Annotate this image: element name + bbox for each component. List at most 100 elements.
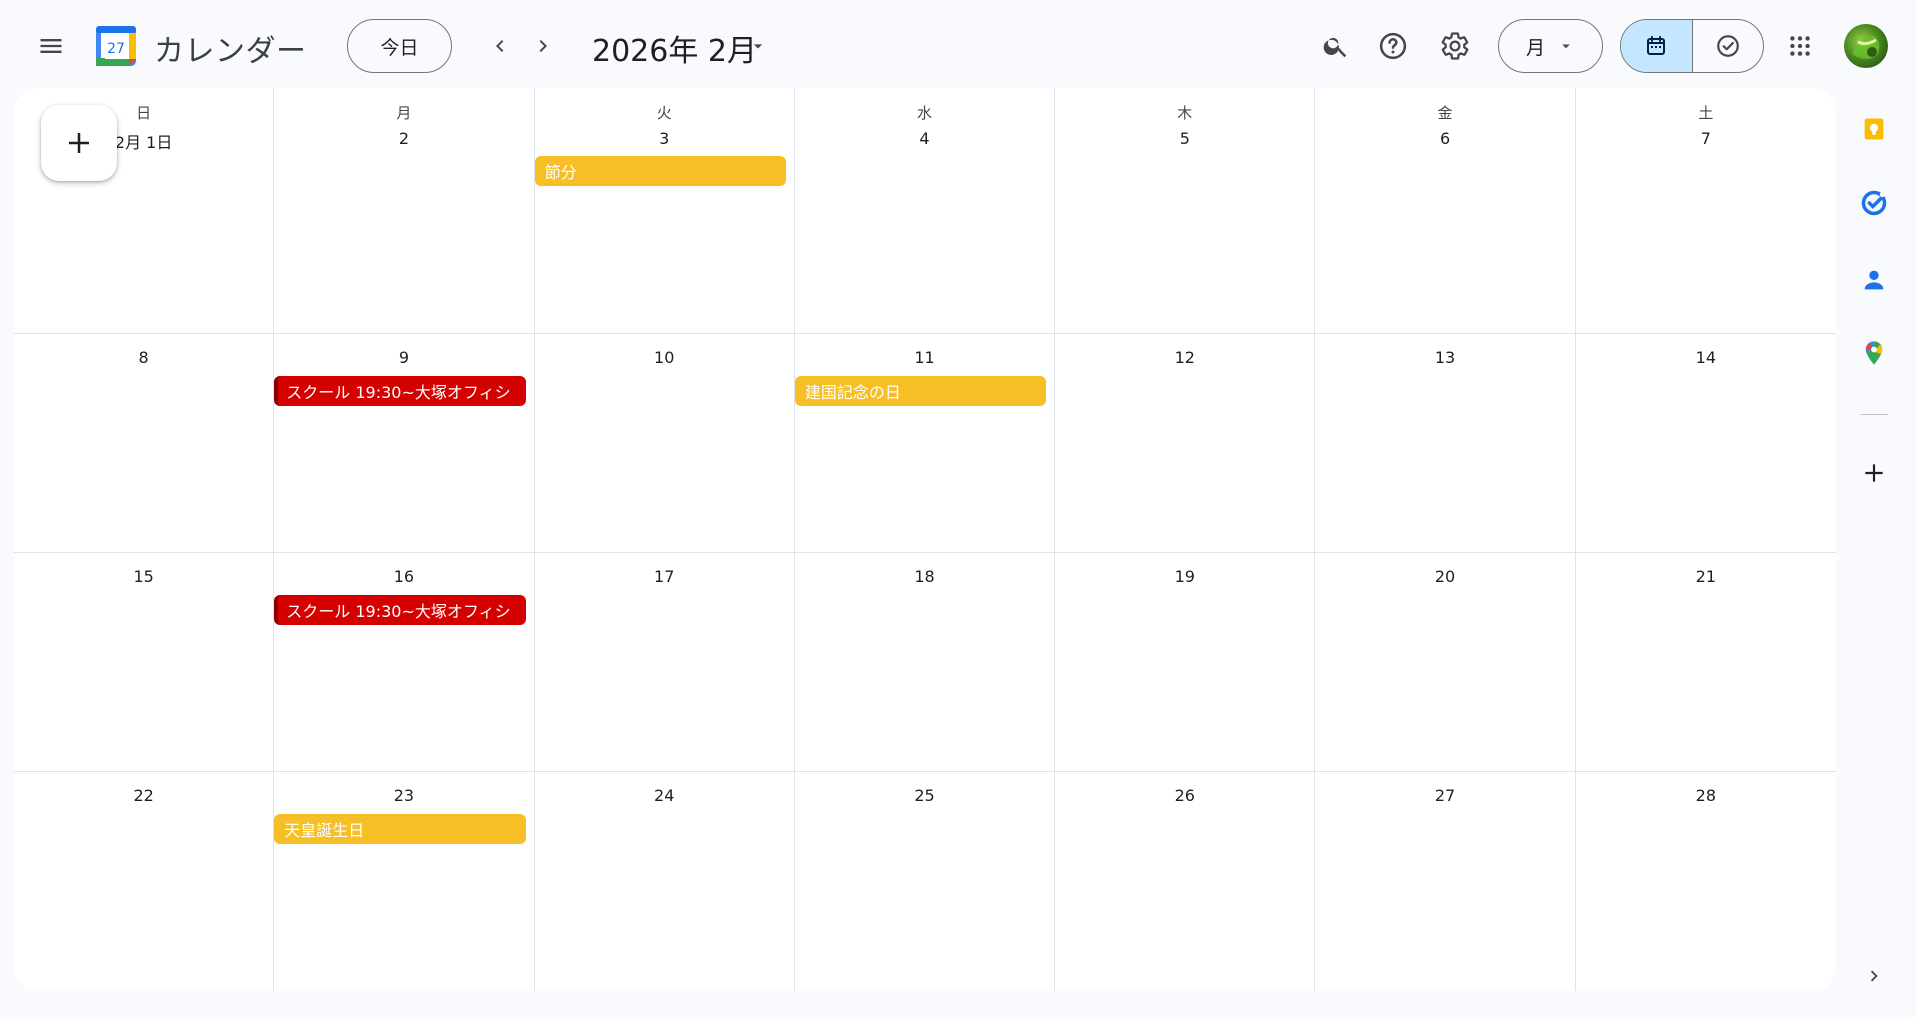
day-number[interactable]: 14 bbox=[1576, 348, 1836, 367]
event-chip[interactable]: 天皇誕生日 bbox=[274, 814, 526, 844]
settings-button[interactable] bbox=[1431, 22, 1479, 70]
day-number[interactable]: 9 bbox=[274, 348, 533, 367]
day-number[interactable]: 26 bbox=[1055, 786, 1314, 805]
weekday-header: 水 bbox=[916, 104, 932, 122]
day-number[interactable]: 22 bbox=[14, 786, 273, 805]
day-cell[interactable]: 23 天皇誕生日 bbox=[274, 772, 535, 991]
maps-icon bbox=[1865, 341, 1883, 365]
day-number[interactable]: 8 bbox=[14, 348, 273, 367]
check-circle-icon bbox=[1716, 35, 1739, 57]
day-cell[interactable]: 26 bbox=[1055, 772, 1316, 991]
day-cell[interactable]: 28 bbox=[1576, 772, 1836, 991]
day-number[interactable]: 5 bbox=[1055, 129, 1314, 148]
event-chip[interactable]: 節分 bbox=[534, 156, 786, 186]
calendar-logo-icon: 27 bbox=[96, 26, 136, 66]
day-cell[interactable]: 月2 bbox=[274, 88, 535, 334]
get-addons-button[interactable] bbox=[1854, 453, 1894, 493]
day-cell[interactable]: 18 bbox=[794, 553, 1056, 772]
day-number[interactable]: 17 bbox=[535, 567, 794, 586]
keep-button[interactable] bbox=[1854, 109, 1894, 149]
search-button[interactable] bbox=[1312, 22, 1360, 70]
day-number[interactable]: 6 bbox=[1315, 129, 1574, 148]
day-cell[interactable]: 13 bbox=[1315, 334, 1576, 553]
today-button[interactable]: 今日 bbox=[347, 19, 452, 73]
current-month-title[interactable]: 2026年 2月 bbox=[592, 26, 757, 70]
tasks-icon bbox=[1861, 190, 1887, 216]
day-number[interactable]: 24 bbox=[535, 786, 794, 805]
day-number[interactable]: 28 bbox=[1576, 786, 1836, 805]
weekday-header: 金 bbox=[1437, 104, 1453, 122]
calendar-logo[interactable]: 27 bbox=[94, 24, 138, 68]
day-number[interactable]: 21 bbox=[1576, 567, 1836, 586]
day-number[interactable]: 20 bbox=[1315, 567, 1574, 586]
avatar-image-icon bbox=[1852, 35, 1880, 59]
create-event-button[interactable] bbox=[41, 105, 117, 181]
view-selector-dropdown[interactable]: 月 bbox=[1498, 19, 1603, 73]
day-cell[interactable]: 金6 bbox=[1315, 88, 1576, 334]
event-list: 天皇誕生日 bbox=[274, 814, 526, 844]
tasks-view-toggle[interactable] bbox=[1693, 20, 1764, 72]
day-number[interactable]: 12 bbox=[1055, 348, 1314, 367]
day-cell[interactable]: 土7 bbox=[1575, 88, 1836, 334]
view-selector-label: 月 bbox=[1525, 36, 1545, 59]
day-cell[interactable]: 24 bbox=[535, 772, 795, 991]
next-month-button[interactable] bbox=[519, 22, 567, 70]
day-number[interactable]: 13 bbox=[1315, 348, 1574, 367]
apps-grid-icon bbox=[1790, 36, 1810, 56]
event-chip[interactable]: スクール 19:30~大塚オフィシ bbox=[274, 376, 526, 406]
day-cell[interactable]: 14 bbox=[1575, 334, 1836, 553]
maps-button[interactable] bbox=[1854, 333, 1894, 373]
day-cell[interactable]: 27 bbox=[1315, 772, 1576, 991]
calendar-view-toggle[interactable] bbox=[1621, 20, 1693, 72]
day-cell[interactable]: 25 bbox=[795, 772, 1056, 991]
day-cell[interactable]: 15 bbox=[14, 553, 275, 772]
day-cell[interactable]: 22 bbox=[14, 772, 275, 991]
show-side-panel-button[interactable] bbox=[1854, 956, 1894, 996]
day-number[interactable]: 23 bbox=[274, 786, 533, 805]
day-number[interactable]: 19 bbox=[1055, 567, 1314, 586]
day-cell[interactable]: 水4 bbox=[794, 88, 1056, 334]
help-button[interactable] bbox=[1369, 22, 1417, 70]
day-number[interactable]: 15 bbox=[14, 567, 273, 586]
search-icon bbox=[1323, 37, 1347, 58]
chevron-left-icon bbox=[496, 40, 504, 52]
day-number[interactable]: 27 bbox=[1315, 786, 1574, 805]
day-cell[interactable]: 10 bbox=[534, 334, 795, 553]
main-menu-button[interactable] bbox=[27, 22, 75, 70]
day-cell[interactable]: 11 建国記念の日 bbox=[794, 334, 1056, 553]
day-cell[interactable]: 19 bbox=[1055, 553, 1316, 772]
day-number[interactable]: 11 bbox=[795, 348, 1054, 367]
weekday-header: 火 bbox=[656, 104, 672, 122]
day-cell[interactable]: 20 bbox=[1315, 553, 1576, 772]
month-grid: 日 2月 1日月 2 火 3 節分水 4 木 5 金 6 土 7 8 9 スクール 19:30~大塚オフィシ 1… bbox=[14, 88, 1836, 991]
day-number[interactable]: 18 bbox=[795, 567, 1054, 586]
day-cell[interactable]: 木5 bbox=[1055, 88, 1316, 334]
day-number[interactable]: 4 bbox=[795, 129, 1054, 148]
day-cell[interactable]: 21 bbox=[1575, 553, 1836, 772]
month-picker-dropdown[interactable] bbox=[748, 36, 768, 61]
day-number[interactable]: 10 bbox=[535, 348, 794, 367]
day-cell[interactable]: 8 bbox=[14, 334, 275, 553]
calendar-icon bbox=[1647, 36, 1666, 55]
day-number[interactable]: 16 bbox=[274, 567, 533, 586]
logo-day-text: 27 bbox=[107, 41, 125, 57]
day-number[interactable]: 3 bbox=[535, 129, 794, 148]
day-cell[interactable]: 17 bbox=[534, 553, 795, 772]
day-number[interactable]: 7 bbox=[1576, 129, 1836, 148]
contacts-button[interactable] bbox=[1854, 260, 1894, 300]
day-cell[interactable]: 12 bbox=[1055, 334, 1316, 553]
day-number[interactable]: 2 bbox=[274, 129, 533, 148]
event-chip[interactable]: 建国記念の日 bbox=[794, 376, 1047, 406]
day-cell[interactable]: 火 3 節分 bbox=[534, 88, 795, 334]
gear-icon bbox=[1441, 32, 1469, 60]
event-chip[interactable]: スクール 19:30~大塚オフィシ bbox=[274, 595, 526, 625]
account-avatar[interactable] bbox=[1844, 24, 1888, 68]
day-cell[interactable]: 16 スクール 19:30~大塚オフィシ bbox=[274, 553, 535, 772]
tasks-button[interactable] bbox=[1854, 183, 1894, 223]
day-number[interactable]: 25 bbox=[795, 786, 1054, 805]
google-apps-button[interactable] bbox=[1776, 22, 1824, 70]
weekday-header: 土 bbox=[1698, 104, 1714, 122]
day-cell[interactable]: 9 スクール 19:30~大塚オフィシ bbox=[274, 334, 535, 553]
previous-month-button[interactable] bbox=[476, 22, 524, 70]
event-list: スクール 19:30~大塚オフィシ bbox=[274, 595, 526, 625]
